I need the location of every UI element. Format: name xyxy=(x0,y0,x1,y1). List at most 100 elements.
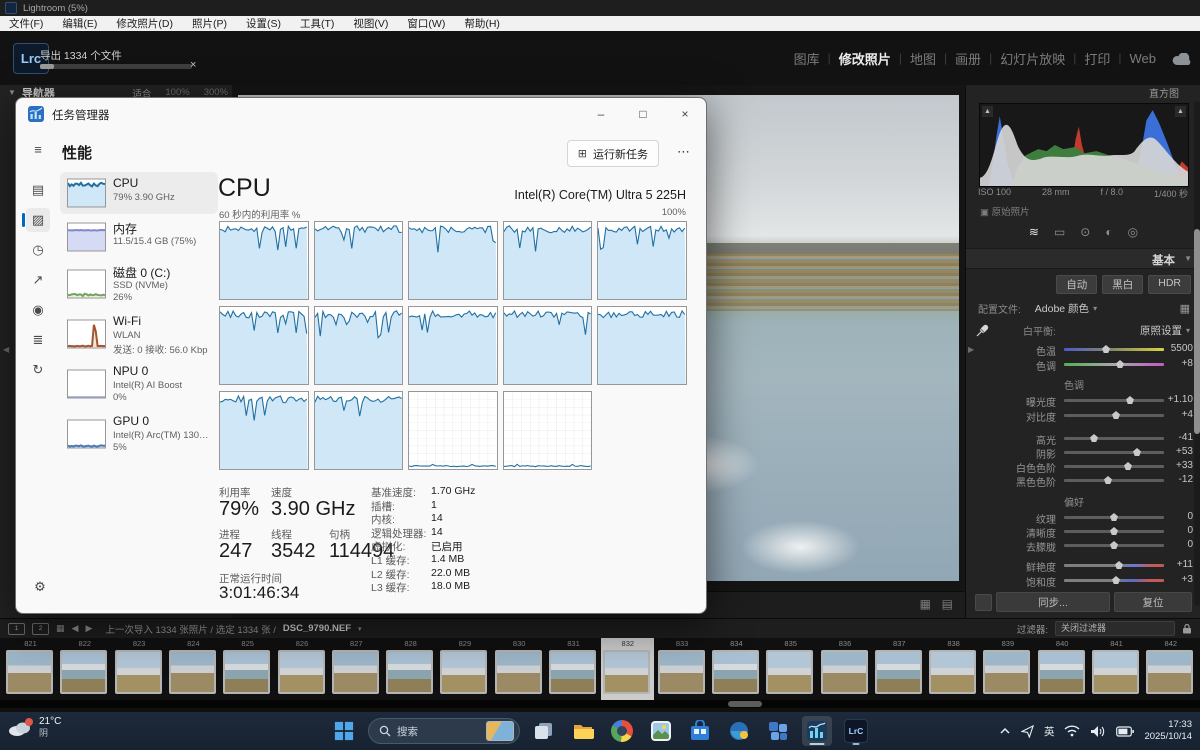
task-manager-titlebar[interactable]: 任务管理器 – □ × xyxy=(16,98,706,130)
filmstrip-thumbnail[interactable]: 835 xyxy=(764,638,817,700)
module-tab-2[interactable]: 地图 xyxy=(902,49,944,68)
taskbar-app-file-explorer[interactable] xyxy=(568,716,598,746)
highlight-clipping-icon[interactable]: ▲ xyxy=(1175,106,1186,117)
profile-browser-icon[interactable]: ▦ xyxy=(1180,302,1190,315)
cpu-core-graph-3[interactable] xyxy=(502,221,593,300)
cpu-core-graph-12[interactable] xyxy=(408,391,498,470)
reset-button[interactable]: 复位 xyxy=(1114,592,1192,612)
filmstrip-thumbnail[interactable]: 822 xyxy=(58,638,111,700)
slider-thumb[interactable] xyxy=(1110,527,1118,535)
module-tab-1[interactable]: 修改照片 xyxy=(831,49,899,68)
hamburger-icon[interactable]: ≡ xyxy=(26,138,50,162)
filter-lock-icon[interactable] xyxy=(1182,623,1192,634)
filmstrip-thumbnail[interactable]: 825 xyxy=(221,638,274,700)
redeye-tool-icon[interactable]: ◐ xyxy=(1105,225,1112,239)
cpu-core-graph-8[interactable] xyxy=(502,306,593,385)
perf-panel-disk[interactable]: 磁盘 0 (C:) SSD (NVMe) 26% xyxy=(60,260,218,308)
crop-tool-icon[interactable]: ▭ xyxy=(1054,225,1065,239)
slider-thumb[interactable] xyxy=(1116,360,1124,368)
taskbar-app-lightroom[interactable]: LrC xyxy=(841,716,871,746)
battery-icon[interactable] xyxy=(1116,725,1135,737)
taskbar-search-box[interactable]: 搜索 xyxy=(368,718,520,744)
breadcrumb[interactable]: 上一次导入 1334 张照片 / 选定 1334 张 / xyxy=(105,622,276,636)
volume-icon[interactable] xyxy=(1090,725,1106,738)
lens-tool-icon[interactable]: ◎ xyxy=(1128,225,1138,239)
menu-item-2[interactable]: 修改照片(D) xyxy=(116,16,173,31)
sync-button[interactable]: 同步... xyxy=(996,592,1110,612)
perf-panel-npu[interactable]: NPU 0 Intel(R) AI Boost 0% xyxy=(60,360,218,408)
filmstrip-thumbnail[interactable]: 827 xyxy=(330,638,383,700)
panel-collapse-right-icon[interactable]: ▶ xyxy=(968,345,974,354)
menu-item-1[interactable]: 编辑(E) xyxy=(62,16,97,31)
filmstrip-thumbnail[interactable]: 842 xyxy=(1144,638,1197,700)
slider-track[interactable] xyxy=(1064,527,1164,535)
filmstrip-scrollbar-thumb[interactable] xyxy=(728,701,762,707)
taskbar-app-widgets[interactable] xyxy=(763,716,793,746)
slider-track[interactable] xyxy=(1064,576,1164,584)
taskbar-clock[interactable]: 17:33 2025/10/14 xyxy=(1144,719,1192,744)
slider-track[interactable] xyxy=(1064,513,1164,521)
basic-button-1[interactable]: 黑白 xyxy=(1102,275,1144,294)
perf-panel-mem[interactable]: 内存 11.5/15.4 GB (75%) xyxy=(60,216,218,258)
masking-tool-icon[interactable]: ≋ xyxy=(1029,225,1039,239)
wb-value[interactable]: 原照设置 xyxy=(1140,323,1182,338)
slider-track[interactable] xyxy=(1064,561,1164,569)
slider-thumb[interactable] xyxy=(1112,576,1120,584)
taskbar-app-globe-browser[interactable] xyxy=(724,716,754,746)
basic-button-2[interactable]: HDR xyxy=(1148,275,1191,294)
perf-panel-cpu[interactable]: CPU 79% 3.90 GHz xyxy=(60,172,218,214)
taskbar-app-task-manager[interactable] xyxy=(802,716,832,746)
menu-item-0[interactable]: 文件(F) xyxy=(9,16,43,31)
slider-track[interactable] xyxy=(1064,476,1164,484)
services-icon[interactable]: ↻ xyxy=(26,358,50,382)
shadow-clipping-icon[interactable]: ▲ xyxy=(982,106,993,117)
slider-thumb[interactable] xyxy=(1124,462,1132,470)
filmstrip-thumbnail[interactable]: 832 xyxy=(601,638,655,700)
minimize-icon[interactable]: – xyxy=(580,98,622,130)
slider-track[interactable] xyxy=(1064,448,1164,456)
filmstrip-thumbnail[interactable]: 828 xyxy=(384,638,437,700)
slider-thumb[interactable] xyxy=(1090,434,1098,442)
histogram[interactable]: ▲ ▲ xyxy=(979,103,1189,187)
tray-chevron-icon[interactable] xyxy=(999,727,1011,735)
share-icon[interactable] xyxy=(1020,724,1034,738)
taskbar-app-photos[interactable] xyxy=(646,716,676,746)
filmstrip-thumbnail[interactable]: 821 xyxy=(4,638,57,700)
taskbar-app-task-view[interactable] xyxy=(529,716,559,746)
filmstrip-thumbnail[interactable]: 837 xyxy=(873,638,926,700)
filmstrip-thumbnail[interactable]: 834 xyxy=(710,638,763,700)
cpu-core-graph-10[interactable] xyxy=(219,391,309,470)
slider-thumb[interactable] xyxy=(1110,513,1118,521)
filmstrip-thumbnail[interactable]: 836 xyxy=(819,638,872,700)
cpu-core-graph-4[interactable] xyxy=(597,221,687,300)
cpu-core-graph-11[interactable] xyxy=(313,391,404,470)
right-panel-scrollbar[interactable] xyxy=(1194,101,1200,606)
cpu-core-graph-6[interactable] xyxy=(313,306,404,385)
basic-button-0[interactable]: 自动 xyxy=(1056,275,1098,294)
cpu-core-graph-13[interactable] xyxy=(502,391,593,470)
menu-item-6[interactable]: 视图(V) xyxy=(353,16,388,31)
module-tab-5[interactable]: 打印 xyxy=(1076,49,1118,68)
slider-thumb[interactable] xyxy=(1104,476,1112,484)
menu-item-3[interactable]: 照片(P) xyxy=(192,16,227,31)
taskbar-app-store[interactable] xyxy=(685,716,715,746)
startup-icon[interactable]: ↗ xyxy=(26,268,50,292)
settings-icon[interactable]: ⚙ xyxy=(28,575,52,599)
filmstrip-thumbnail[interactable]: 838 xyxy=(927,638,980,700)
perf-panel-wifi[interactable]: Wi-Fi WLAN 发送: 0 接收: 56.0 Kbp xyxy=(60,310,218,358)
cpu-core-graph-2[interactable] xyxy=(408,221,498,300)
cpu-core-graph-7[interactable] xyxy=(408,306,498,385)
export-cancel-icon[interactable]: × xyxy=(190,59,196,71)
filmstrip-thumbnail[interactable]: 841 xyxy=(1090,638,1143,700)
module-tab-0[interactable]: 图库 xyxy=(786,49,828,68)
grid-view-icon[interactable]: ▦ xyxy=(920,597,931,611)
compare-view-icon[interactable]: ▤ xyxy=(942,597,953,611)
run-new-task-button[interactable]: ⊞ 运行新任务 xyxy=(566,140,659,167)
secondary-monitor-icon[interactable]: 2 xyxy=(32,622,49,635)
filmstrip-thumbnail[interactable]: 839 xyxy=(981,638,1034,700)
details-icon[interactable]: ≣ xyxy=(26,328,50,352)
more-options-icon[interactable]: ⋯ xyxy=(677,144,690,160)
menu-item-7[interactable]: 窗口(W) xyxy=(407,16,445,31)
menu-item-8[interactable]: 帮助(H) xyxy=(464,16,500,31)
slider-track[interactable] xyxy=(1064,434,1164,442)
